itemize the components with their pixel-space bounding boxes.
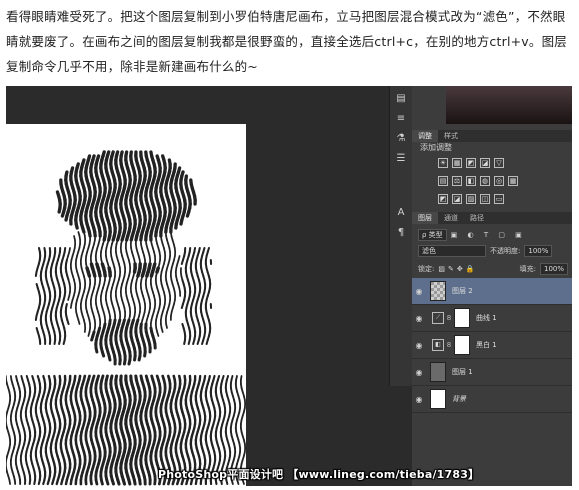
- adjustment-1-5-icon[interactable]: ▽: [494, 158, 504, 168]
- adjustment-icons-row-2: ▤ ⚖ ◧ ◍ ◎ ▦: [438, 176, 518, 186]
- adjustment-icons-row-1: ☀ ▦ ◩ ◪ ▽: [438, 158, 504, 168]
- layer-comps-icon[interactable]: ☰: [393, 152, 409, 166]
- right-panel-dock: 调整 样式 添加调整 ☀ ▦ ◩ ◪ ▽ ▤ ⚖ ◧ ◍ ◎ ▦ ◩ ◪ ▨ ◫ ▭ 图层 通道 路径 ρ 类型…: [412, 86, 572, 486]
- document-canvas[interactable]: [6, 124, 246, 486]
- adjustment-3-2-icon[interactable]: ◪: [452, 194, 462, 204]
- layers-tabbar: 图层 通道 路径: [412, 212, 572, 224]
- adjustment-1-1-icon[interactable]: ☀: [438, 158, 448, 168]
- layer-mask-thumbnail[interactable]: [454, 308, 470, 328]
- layer-row[interactable]: ◉ 图层 1: [412, 359, 572, 386]
- character-icon[interactable]: A: [393, 206, 409, 220]
- adjustment-layer-icon: ⟋: [432, 312, 444, 324]
- lock-label: 锁定:: [418, 265, 435, 273]
- layer-filter-row: ρ 类型 ▣ ◐ T ▢ ▣: [418, 228, 568, 242]
- adjustment-2-5-icon[interactable]: ◎: [494, 176, 504, 186]
- mask-link-icon[interactable]: 8: [444, 314, 454, 322]
- adjustment-1-3-icon[interactable]: ◩: [466, 158, 476, 168]
- adjustments-tabbar: 调整 样式: [412, 130, 572, 142]
- layer-row[interactable]: ◉ ◧ 8 黑白 1: [412, 332, 572, 359]
- adjustment-2-4-icon[interactable]: ◍: [480, 176, 490, 186]
- wavy-line-portrait: [6, 150, 246, 486]
- photoshop-screenshot: ▤ ≡ ⚗ ☰ A ¶ 调整 样式 添加调整 ☀ ▦ ◩ ◪ ▽ ▤ ⚖ ◧ ◍ ◎ ▦ ◩ ◪ ▨ ◫ ▭ 图层 通道…: [6, 86, 572, 486]
- visibility-eye-icon[interactable]: ◉: [412, 314, 426, 323]
- adjustment-3-1-icon[interactable]: ◩: [438, 194, 448, 204]
- opacity-input[interactable]: 100%: [524, 245, 553, 257]
- tab-channels[interactable]: 通道: [438, 212, 464, 224]
- blend-row: 滤色 不透明度: 100%: [418, 244, 568, 258]
- layer-name: 图层 2: [452, 287, 473, 295]
- layer-name: 图层 1: [452, 368, 473, 376]
- paragraph-icon[interactable]: ¶: [393, 226, 409, 240]
- layer-mask-thumbnail[interactable]: [454, 335, 470, 355]
- adjustment-2-6-icon[interactable]: ▦: [508, 176, 518, 186]
- adjustment-3-5-icon[interactable]: ▭: [494, 194, 504, 204]
- history-icon[interactable]: ≡: [393, 112, 409, 126]
- layer-row[interactable]: ◉ 图层 2: [412, 278, 572, 305]
- fill-input[interactable]: 100%: [539, 263, 568, 275]
- collapsed-panel-strip: ▤ ≡ ⚗ ☰ A ¶: [389, 86, 413, 386]
- layer-row[interactable]: ◉ 背景: [412, 386, 572, 413]
- tab-styles[interactable]: 样式: [438, 130, 464, 142]
- adjustment-3-3-icon[interactable]: ▨: [466, 194, 476, 204]
- tool-presets-icon[interactable]: ⚗: [393, 132, 409, 146]
- tab-adjustments[interactable]: 调整: [412, 130, 438, 142]
- article-text: 看得眼睛难受死了。把这个图层复制到小罗伯特唐尼画布，立马把图层混合模式改为“滤色…: [6, 9, 567, 74]
- filter-icons: ▣ ◐ T ▢ ▣: [450, 231, 526, 239]
- layer-name: 黑白 1: [476, 341, 497, 349]
- color-picker-field[interactable]: [446, 86, 572, 124]
- visibility-eye-icon[interactable]: ◉: [412, 395, 426, 404]
- tab-paths[interactable]: 路径: [464, 212, 490, 224]
- layer-row[interactable]: ◉ ⟋ 8 曲线 1: [412, 305, 572, 332]
- adjustment-2-3-icon[interactable]: ◧: [466, 176, 476, 186]
- adjustments-title: 添加调整: [420, 143, 452, 152]
- adjustment-icons-row-3: ◩ ◪ ▨ ◫ ▭: [438, 194, 504, 204]
- watermark-text: PhotoShop平面设计吧 【www.lineg.com/tieba/1783…: [158, 468, 480, 481]
- adjustment-2-1-icon[interactable]: ▤: [438, 176, 448, 186]
- visibility-eye-icon[interactable]: ◉: [412, 287, 426, 296]
- layer-name: 背景: [452, 395, 466, 403]
- lock-icons[interactable]: ▨✎✥🔒: [438, 265, 477, 273]
- layer-thumbnail: [430, 389, 446, 409]
- adjustment-3-4-icon[interactable]: ◫: [480, 194, 490, 204]
- visibility-eye-icon[interactable]: ◉: [412, 341, 426, 350]
- lock-row: 锁定: ▨✎✥🔒 填充: 100%: [418, 262, 568, 276]
- fill-label: 填充:: [519, 265, 536, 273]
- adjustment-2-2-icon[interactable]: ⚖: [452, 176, 462, 186]
- visibility-eye-icon[interactable]: ◉: [412, 368, 426, 377]
- brush-preset-icon[interactable]: ▤: [393, 92, 409, 106]
- mask-link-icon[interactable]: 8: [444, 341, 454, 349]
- adjustment-1-2-icon[interactable]: ▦: [452, 158, 462, 168]
- opacity-label: 不透明度:: [490, 247, 521, 255]
- blend-mode-select[interactable]: 滤色: [418, 245, 486, 257]
- layer-filter-select[interactable]: ρ 类型: [418, 229, 447, 241]
- tab-layers[interactable]: 图层: [412, 212, 438, 224]
- adjustment-1-4-icon[interactable]: ◪: [480, 158, 490, 168]
- layer-thumbnail: [430, 281, 446, 301]
- layer-thumbnail: [430, 362, 446, 382]
- adjustment-layer-icon: ◧: [432, 339, 444, 351]
- layer-name: 曲线 1: [476, 314, 497, 322]
